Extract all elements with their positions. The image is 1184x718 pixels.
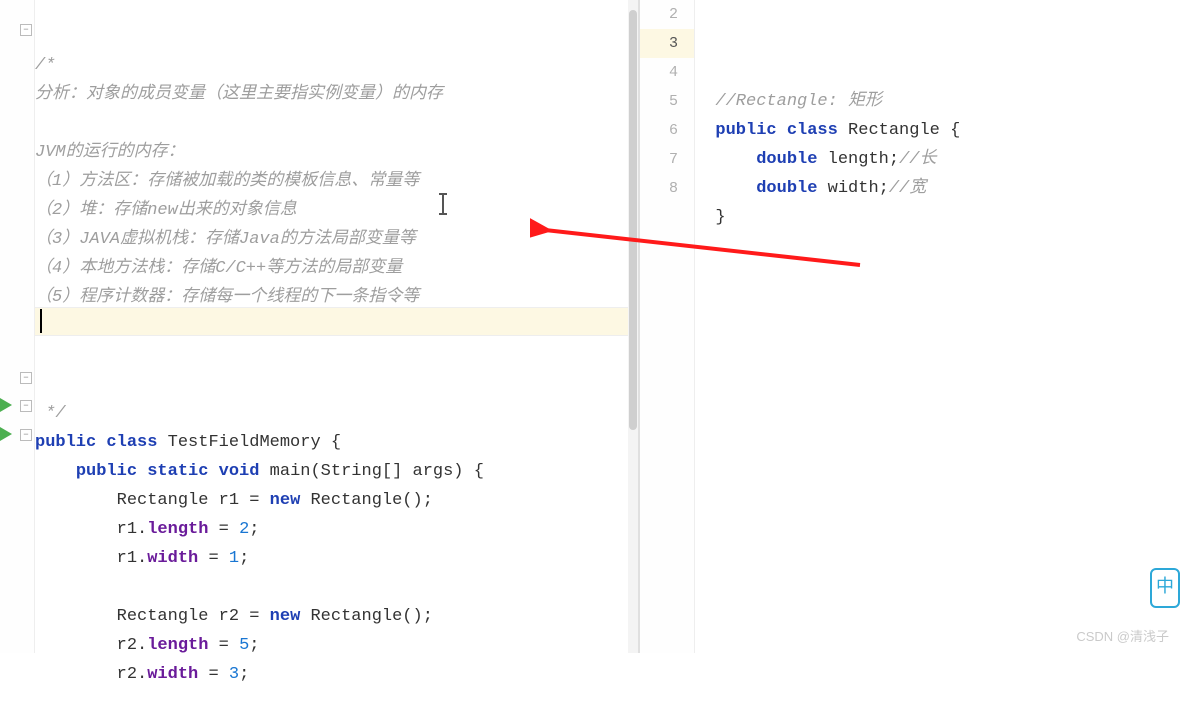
code-text: length [147, 520, 208, 539]
code-text: r2. [117, 636, 148, 655]
run-icon[interactable] [0, 427, 12, 441]
line-number[interactable]: 3 [640, 29, 694, 58]
code-text: { [331, 433, 341, 452]
code-text: public [35, 433, 96, 452]
code-text: r2 = [219, 607, 270, 626]
code-text: 2 [239, 520, 249, 539]
line-number[interactable]: 6 [640, 116, 694, 145]
code-text: public [76, 462, 137, 481]
code-text: = [198, 549, 229, 568]
text-caret [40, 309, 42, 333]
code-text: class [787, 121, 838, 140]
line-number[interactable]: 4 [640, 58, 694, 87]
scrollbar[interactable] [628, 0, 638, 653]
code-text: ; [249, 520, 259, 539]
code-text: new [270, 491, 301, 510]
code-text: （1）方法区：存储被加载的类的模板信息、常量等 [35, 172, 419, 191]
code-text: width [147, 549, 198, 568]
code-text: //Rectangle: 矩形 [715, 92, 882, 111]
fold-icon[interactable]: − [20, 372, 32, 384]
code-text: r1. [117, 549, 148, 568]
code-text: double [756, 179, 817, 198]
code-text: （4）本地方法栈：存储C/C++等方法的局部变量 [35, 259, 402, 278]
scrollbar-thumb[interactable] [629, 10, 637, 430]
line-number[interactable]: 5 [640, 87, 694, 116]
code-text: ; [889, 150, 899, 169]
code-text: 1 [229, 549, 239, 568]
split-editor: − − − − /* 分析：对象的成员变量（这里主要指实例变量）的内存 JVM的… [0, 0, 1184, 653]
fold-icon[interactable]: − [20, 400, 32, 412]
code-text: Rectangle(); [300, 607, 433, 626]
code-text: static [147, 462, 208, 481]
code-text: Rectangle [117, 607, 209, 626]
line-number[interactable]: 8 [640, 174, 694, 203]
code-text: (String[] args) { [310, 462, 483, 481]
right-editor-pane[interactable]: 2 3 4 5 6 7 8 //Rectangle: 矩形 public cla… [640, 0, 1184, 653]
code-text: //长 [899, 150, 936, 169]
code-text: = [208, 636, 239, 655]
code-text: ; [239, 665, 249, 684]
code-text: （3）JAVA虚拟机栈：存储Java的方法局部变量等 [35, 230, 416, 249]
left-code-area[interactable]: /* 分析：对象的成员变量（这里主要指实例变量）的内存 JVM的运行的内存： （… [35, 0, 638, 718]
code-text: Rectangle [848, 121, 940, 140]
code-text: void [219, 462, 260, 481]
code-text: //宽 [889, 179, 926, 198]
ime-badge-icon[interactable]: 中 [1150, 568, 1180, 608]
code-text: r1 = [219, 491, 270, 510]
code-text: ; [249, 636, 259, 655]
code-text: = [208, 520, 239, 539]
code-text: class [106, 433, 157, 452]
line-number[interactable]: 2 [640, 0, 694, 29]
code-text: ; [879, 179, 889, 198]
right-code-area[interactable]: //Rectangle: 矩形 public class Rectangle {… [695, 0, 1184, 653]
fold-icon[interactable]: − [20, 429, 32, 441]
code-text: 3 [229, 665, 239, 684]
code-text: new [270, 607, 301, 626]
code-text: */ [35, 404, 66, 423]
code-text: 5 [239, 636, 249, 655]
code-text: JVM的运行的内存： [35, 143, 185, 162]
line-number[interactable]: 7 [640, 145, 694, 174]
run-icon[interactable] [0, 398, 12, 412]
code-text: main [270, 462, 311, 481]
right-gutter[interactable]: 2 3 4 5 6 7 8 [640, 0, 695, 653]
code-text: /* [35, 56, 55, 75]
code-text: double [756, 150, 817, 169]
fold-icon[interactable]: − [20, 24, 32, 36]
code-text: （2）堆：存储new出来的对象信息 [35, 201, 297, 220]
code-text: width [147, 665, 198, 684]
code-text: length [147, 636, 208, 655]
code-text: length [828, 150, 889, 169]
code-text: Rectangle(); [300, 491, 433, 510]
code-text: width [828, 179, 879, 198]
left-editor-pane[interactable]: − − − − /* 分析：对象的成员变量（这里主要指实例变量）的内存 JVM的… [0, 0, 640, 653]
code-text: r1. [117, 520, 148, 539]
code-text: 分析：对象的成员变量（这里主要指实例变量）的内存 [35, 85, 443, 104]
code-text: ; [239, 549, 249, 568]
code-text: { [950, 121, 960, 140]
code-text: = [198, 665, 229, 684]
watermark-text: CSDN @清浅子 [1076, 626, 1169, 645]
code-text: Rectangle [117, 491, 209, 510]
code-text: } [715, 208, 725, 227]
active-line-highlight [695, 29, 1184, 58]
code-text: r2. [117, 665, 148, 684]
code-text: TestFieldMemory [168, 433, 321, 452]
left-gutter[interactable]: − − − − [0, 0, 35, 653]
code-text: public [715, 121, 776, 140]
code-text: （5）程序计数器：存储每一个线程的下一条指令等 [35, 288, 419, 307]
